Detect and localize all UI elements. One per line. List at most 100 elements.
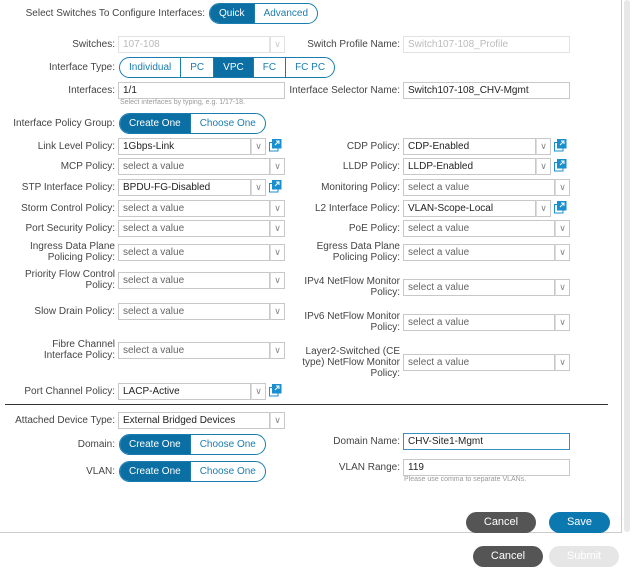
cdp-policy-label: CDP Policy: (346, 140, 400, 152)
ipv4-netflow-monitor-policy-select[interactable]: select a value (403, 279, 555, 296)
footer-cancel-button[interactable]: Cancel (473, 546, 543, 567)
inner-cancel-button[interactable]: Cancel (466, 512, 536, 533)
fibre-channel-interface-policy-label: Fibre Channel Interface Policy: (43, 339, 115, 361)
l2-interface-policy-select[interactable]: VLAN-Scope-Local (403, 200, 536, 217)
chevron-down-icon[interactable]: ∨ (555, 279, 570, 296)
switch-profile-name-field[interactable]: Switch107-108_Profile (403, 36, 570, 53)
mode-toggle-option-quick[interactable]: Quick (210, 4, 254, 23)
mode-label: Select Switches To Configure Interfaces: (25, 7, 205, 19)
slow-drain-policy-label: Slow Drain Policy: (34, 305, 115, 317)
chevron-down-icon[interactable]: ∨ (536, 200, 551, 217)
slow-drain-policy-select[interactable]: select a value (118, 303, 270, 320)
ingress-data-plane-policing-policy-select[interactable]: select a value (118, 244, 270, 261)
domain-name-input[interactable]: CHV-Site1-Mgmt (403, 433, 570, 450)
domain-name-label: Domain Name: (333, 435, 400, 447)
egress-data-plane-policing-policy-select[interactable]: select a value (403, 244, 555, 261)
switches-label: Switches: (72, 38, 115, 50)
create-policy-icon[interactable] (269, 180, 282, 193)
interface-selector-name-input[interactable]: Switch107-108_CHV-Mgmt (403, 82, 570, 99)
port-security-policy-label: Port Security Policy: (25, 222, 115, 234)
chevron-down-icon[interactable]: ∨ (270, 200, 285, 217)
vlan-range-label: VLAN Range: (338, 461, 400, 473)
interface-type-toggle-option-pc[interactable]: PC (180, 58, 213, 77)
storm-control-policy-label: Storm Control Policy: (21, 202, 115, 214)
fibre-channel-interface-policy-select[interactable]: select a value (118, 342, 270, 359)
layer2-switched-ce-type-netflow-monitor-policy-label: Layer2-Switched (CE type) NetFlow Monito… (302, 345, 400, 379)
attached-device-type-select[interactable]: External Bridged Devices (118, 412, 270, 429)
vlan-range-input[interactable]: 119 (403, 459, 570, 476)
interface-selector-name-label: Interface Selector Name: (289, 84, 400, 96)
chevron-down-icon[interactable]: ∨ (270, 412, 285, 429)
chevron-down-icon[interactable]: ∨ (270, 303, 285, 320)
lldp-policy-label: LLDP Policy: (342, 160, 400, 172)
lldp-policy-select[interactable]: LLDP-Enabled (403, 158, 536, 175)
chevron-down-icon[interactable]: ∨ (555, 314, 570, 331)
submit-button[interactable]: Submit (549, 546, 619, 567)
chevron-down-icon[interactable]: ∨ (251, 179, 266, 196)
mcp-policy-select[interactable]: select a value (118, 158, 270, 175)
vlan-label: VLAN: (86, 465, 115, 477)
chevron-down-icon[interactable]: ∨ (555, 354, 570, 371)
stp-interface-policy-select[interactable]: BPDU-FG-Disabled (118, 179, 251, 196)
create-policy-icon[interactable] (269, 384, 282, 397)
chevron-down-icon[interactable]: ∨ (270, 244, 285, 261)
domain-toggle: Create One Choose One (119, 434, 266, 455)
cdp-policy-select[interactable]: CDP-Enabled (403, 138, 536, 155)
chevron-down-icon[interactable]: ∨ (270, 272, 285, 289)
port-channel-policy-select[interactable]: LACP-Active (118, 383, 251, 400)
interface-type-toggle-option-fc[interactable]: FC (252, 58, 285, 77)
section-divider (5, 404, 608, 405)
create-policy-icon[interactable] (269, 139, 282, 152)
interface-policy-group-toggle: Create One Choose One (119, 113, 266, 134)
domain-label: Domain: (77, 438, 115, 450)
interfaces-hint: Select interfaces by typing, e.g. 1/17-1… (120, 99, 245, 106)
stp-interface-policy-label: STP Interface Policy: (21, 181, 115, 193)
chevron-down-icon[interactable]: ∨ (270, 158, 285, 175)
domain-toggle-option-create-one[interactable]: Create One (120, 435, 190, 454)
chevron-down-icon[interactable]: ∨ (536, 138, 551, 155)
monitoring-policy-select[interactable]: select a value (403, 179, 555, 196)
layer2-switched-ce-type-netflow-monitor-policy-select[interactable]: select a value (403, 354, 555, 371)
ipv6-netflow-monitor-policy-label: IPv6 NetFlow Monitor Policy: (304, 311, 400, 333)
interface-type-toggle-option-vpc[interactable]: VPC (213, 58, 253, 77)
chevron-down-icon[interactable]: ∨ (555, 179, 570, 196)
monitoring-policy-label: Monitoring Policy: (321, 181, 400, 193)
ipv4-netflow-monitor-policy-label: IPv4 NetFlow Monitor Policy: (304, 276, 400, 298)
chevron-down-icon[interactable]: ∨ (555, 244, 570, 261)
ingress-data-plane-policing-policy-label: Ingress Data Plane Policing Policy: (29, 241, 115, 263)
chevron-down-icon[interactable]: ∨ (270, 342, 285, 359)
interface-policy-group-toggle-option-create-one[interactable]: Create One (120, 114, 190, 133)
chevron-down-icon[interactable]: ∨ (555, 220, 570, 237)
ipv6-netflow-monitor-policy-select[interactable]: select a value (403, 314, 555, 331)
create-policy-icon[interactable] (554, 139, 567, 152)
create-policy-icon[interactable] (554, 201, 567, 214)
vlan-range-hint: Please use comma to separate VLANs. (404, 476, 527, 483)
port-security-policy-select[interactable]: select a value (118, 220, 270, 237)
vlan-toggle: Create One Choose One (119, 461, 266, 482)
interface-type-toggle: Individual PC VPC FC FC PC (119, 57, 336, 78)
interface-type-label: Interface Type: (49, 61, 115, 73)
create-policy-icon[interactable] (554, 159, 567, 172)
l2-interface-policy-label: L2 Interface Policy: (314, 202, 400, 214)
egress-data-plane-policing-policy-label: Egress Data Plane Policing Policy: (316, 241, 400, 263)
switches-select[interactable]: 107-108 (118, 36, 270, 53)
interface-policy-group-label: Interface Policy Group: (13, 117, 115, 129)
interface-policy-group-toggle-option-choose-one[interactable]: Choose One (189, 114, 265, 133)
chevron-down-icon[interactable]: ∨ (251, 383, 266, 400)
priority-flow-control-policy-select[interactable]: select a value (118, 272, 270, 289)
chevron-down-icon[interactable]: ∨ (251, 138, 266, 155)
interface-type-toggle-option-fc-pc[interactable]: FC PC (285, 58, 334, 77)
link-level-policy-select[interactable]: 1Gbps-Link (118, 138, 251, 155)
save-button[interactable]: Save (549, 512, 610, 533)
poe-policy-select[interactable]: select a value (403, 220, 555, 237)
interface-type-toggle-option-individual[interactable]: Individual (120, 58, 180, 77)
port-channel-policy-label: Port Channel Policy: (24, 385, 115, 397)
mode-toggle-option-advanced[interactable]: Advanced (253, 4, 317, 23)
chevron-down-icon[interactable]: ∨ (270, 220, 285, 237)
vlan-toggle-option-create-one[interactable]: Create One (120, 462, 190, 481)
scrollbar[interactable] (624, 0, 630, 532)
mode-toggle: Quick Advanced (209, 3, 319, 24)
storm-control-policy-select[interactable]: select a value (118, 200, 270, 217)
chevron-down-icon[interactable]: ∨ (536, 158, 551, 175)
configure-interfaces-panel (0, 0, 622, 533)
